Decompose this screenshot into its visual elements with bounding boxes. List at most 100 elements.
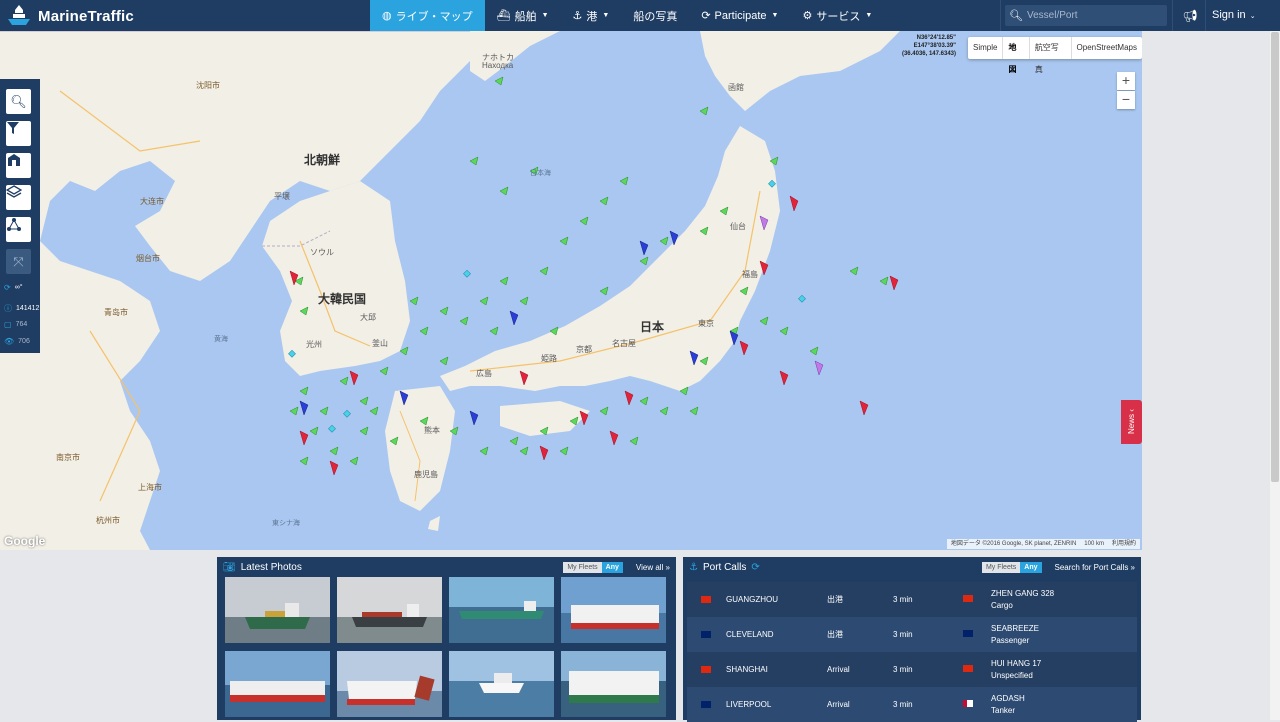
menu-services[interactable]: ⚙ サービス ▼ [790, 0, 884, 31]
map-label-sendai: 仙台 [730, 222, 746, 231]
vessel-info[interactable]: ZHEN GANG 328 Cargo [991, 588, 1054, 612]
photos-fleet-toggle: My Fleets Any [563, 561, 623, 573]
menu-ports[interactable]: ⚓ 港 ▼ [561, 0, 622, 31]
map-canvas[interactable] [0, 31, 1142, 550]
vessel-count: 141412 [16, 305, 40, 312]
density-map-button[interactable] [6, 217, 31, 242]
photo-grid [225, 577, 669, 717]
scale-bar[interactable]: 100 km [1084, 539, 1104, 549]
port-calls-toggle-my-fleets[interactable]: My Fleets [981, 561, 1021, 573]
notifications-icon[interactable]: 📢︎ [1180, 6, 1200, 26]
port-call-row[interactable]: CLEVELAND 出港 3 min SEABREEZE Passenger [687, 617, 1137, 652]
call-type: Arrival [827, 665, 850, 674]
map-label-nakhodka-ru: Находка [482, 61, 514, 70]
brand-logo-link[interactable]: MarineTraffic [6, 3, 134, 29]
zoom-in-button[interactable]: + [1117, 72, 1135, 90]
port-calls-toggle-any[interactable]: Any [1020, 561, 1042, 573]
refresh-icon[interactable]: ⟳ [751, 562, 759, 573]
fleet-icon [8, 154, 20, 166]
menu-vessels[interactable]: ⛴ 船舶 ▼ [485, 0, 561, 31]
ship-icon: ⛴ [496, 10, 511, 22]
vessel-photo[interactable] [561, 651, 666, 717]
menu-participate[interactable]: ⟳ Participate ▼ [689, 0, 790, 31]
vessel-photo[interactable] [337, 577, 442, 643]
port-flag-icon [701, 631, 711, 638]
vessel-name: ZHEN GANG 328 [991, 588, 1055, 598]
map-type-satellite[interactable]: 航空写真 [1030, 37, 1072, 74]
vessel-info[interactable]: HUI HANG 17 Unspecified [991, 658, 1041, 682]
port-name[interactable]: SHANGHAI [711, 665, 827, 674]
map-label-kyoto: 京都 [576, 345, 592, 354]
map-type-selector: Simple 地図 航空写真 OpenStreetMaps [968, 37, 1142, 74]
patrol-boat-photo-icon [449, 651, 554, 717]
news-tab-label: News [1127, 414, 1136, 435]
map-layers-button[interactable] [6, 185, 31, 210]
vessel-photo[interactable] [449, 577, 554, 643]
vessel-flag-icon [963, 700, 973, 707]
vessel-info[interactable]: AGDASH Tanker [991, 693, 1025, 717]
map-filter-button[interactable] [6, 121, 31, 146]
menu-live-map[interactable]: ◍ ライブ・マップ [370, 0, 485, 31]
vessel-photo[interactable] [225, 577, 330, 643]
view-all-photos-link[interactable]: View all » [636, 563, 670, 572]
caret-down-icon: ▼ [771, 12, 779, 19]
google-logo: Google [4, 534, 46, 548]
search-port-calls-link[interactable]: Search for Port Calls » [1055, 563, 1135, 572]
vessel-photo[interactable] [337, 651, 442, 717]
map-search-button[interactable]: 🔍︎ [6, 89, 31, 114]
anchor-icon: ⚓ [572, 10, 583, 22]
call-time: 3 min [893, 595, 913, 604]
port-name[interactable]: GUANGZHOU [711, 595, 827, 604]
live-map[interactable]: 北朝鮮 大韓民国 日本 日本海 黄海 東シナ海 ソウル 平壌 大邱 光州 釜山 … [0, 31, 1142, 550]
marinetraffic-logo-icon [8, 5, 30, 25]
port-name[interactable]: LIVERPOOL [711, 700, 827, 709]
port-calls-panel: ⚓ Port Calls ⟳ My Fleets Any Search for … [683, 557, 1141, 722]
vessel-photo[interactable] [225, 651, 330, 717]
photos-toggle-my-fleets[interactable]: My Fleets [563, 561, 602, 573]
map-type-simple[interactable]: Simple [968, 37, 1004, 59]
caret-down-icon: ▼ [602, 12, 610, 19]
port-call-row[interactable]: LIVERPOOL Arrival 3 min AGDASH Tanker [687, 687, 1137, 722]
call-time: 3 min [893, 665, 913, 674]
camera-icon: 📷︎ [223, 561, 236, 573]
menu-photos[interactable]: 船の写真 [621, 0, 689, 31]
port-calls-fleet-toggle: My Fleets Any [981, 561, 1042, 573]
call-type: 出港 [827, 595, 843, 604]
map-label-hakodate: 函館 [728, 83, 744, 92]
map-label-hiroshima: 広島 [476, 369, 492, 378]
call-type: Arrival [827, 700, 850, 709]
map-label-shanghai: 上海市 [138, 483, 162, 492]
call-time: 3 min [893, 630, 913, 639]
news-tab[interactable]: News ‹ [1121, 400, 1142, 444]
map-refresh-stat[interactable]: ⟳ ∞° [4, 283, 23, 292]
globe-icon: ◍ [382, 10, 392, 22]
map-type-osm[interactable]: OpenStreetMaps [1072, 37, 1142, 59]
vessel-info[interactable]: SEABREEZE Passenger [991, 623, 1039, 647]
layers-icon [6, 185, 22, 198]
port-call-row[interactable]: SHANGHAI Arrival 3 min HUI HANG 17 Unspe… [687, 652, 1137, 687]
main-menu: ◍ ライブ・マップ ⛴ 船舶 ▼ ⚓ 港 ▼ 船の写真 ⟳ Participat… [370, 0, 884, 31]
menu-participate-label: Participate [714, 9, 767, 22]
my-fleets-button[interactable] [6, 153, 31, 178]
vessel-photo[interactable] [561, 577, 666, 643]
fullscreen-button[interactable]: ⤧ [6, 249, 31, 274]
vessel-port-search[interactable]: 🔍︎ [1005, 5, 1167, 26]
map-type-map[interactable]: 地図 [1003, 37, 1030, 74]
zoom-out-button[interactable]: − [1117, 91, 1135, 109]
terms-link[interactable]: 利用規約 [1112, 539, 1136, 549]
port-name[interactable]: CLEVELAND [711, 630, 827, 639]
search-icon: 🔍︎ [1009, 10, 1023, 22]
call-time: 3 min [893, 700, 913, 709]
page-scrollbar-thumb[interactable] [1271, 32, 1279, 482]
vessel-port-search-input[interactable] [1027, 10, 1157, 21]
photos-toggle-any[interactable]: Any [601, 561, 623, 573]
latest-photos-panel: 📷︎ Latest Photos My Fleets Any View all … [217, 557, 676, 720]
sign-in-button[interactable]: Sign in ⌄ [1212, 0, 1256, 31]
map-toolbar: 🔍︎ ⤧ ⟳ ∞° ⓘ 141412 ▢ 764 👁︎ 706 [0, 79, 40, 353]
menu-services-label: サービス [816, 10, 861, 23]
coord-lat: N36°24'12.85" [916, 35, 956, 41]
vessel-photo[interactable] [449, 651, 554, 717]
square-icon: ▢ [4, 320, 12, 329]
port-call-row[interactable]: GUANGZHOU 出港 3 min ZHEN GANG 328 Cargo [687, 582, 1137, 617]
call-type: 出港 [827, 630, 843, 639]
